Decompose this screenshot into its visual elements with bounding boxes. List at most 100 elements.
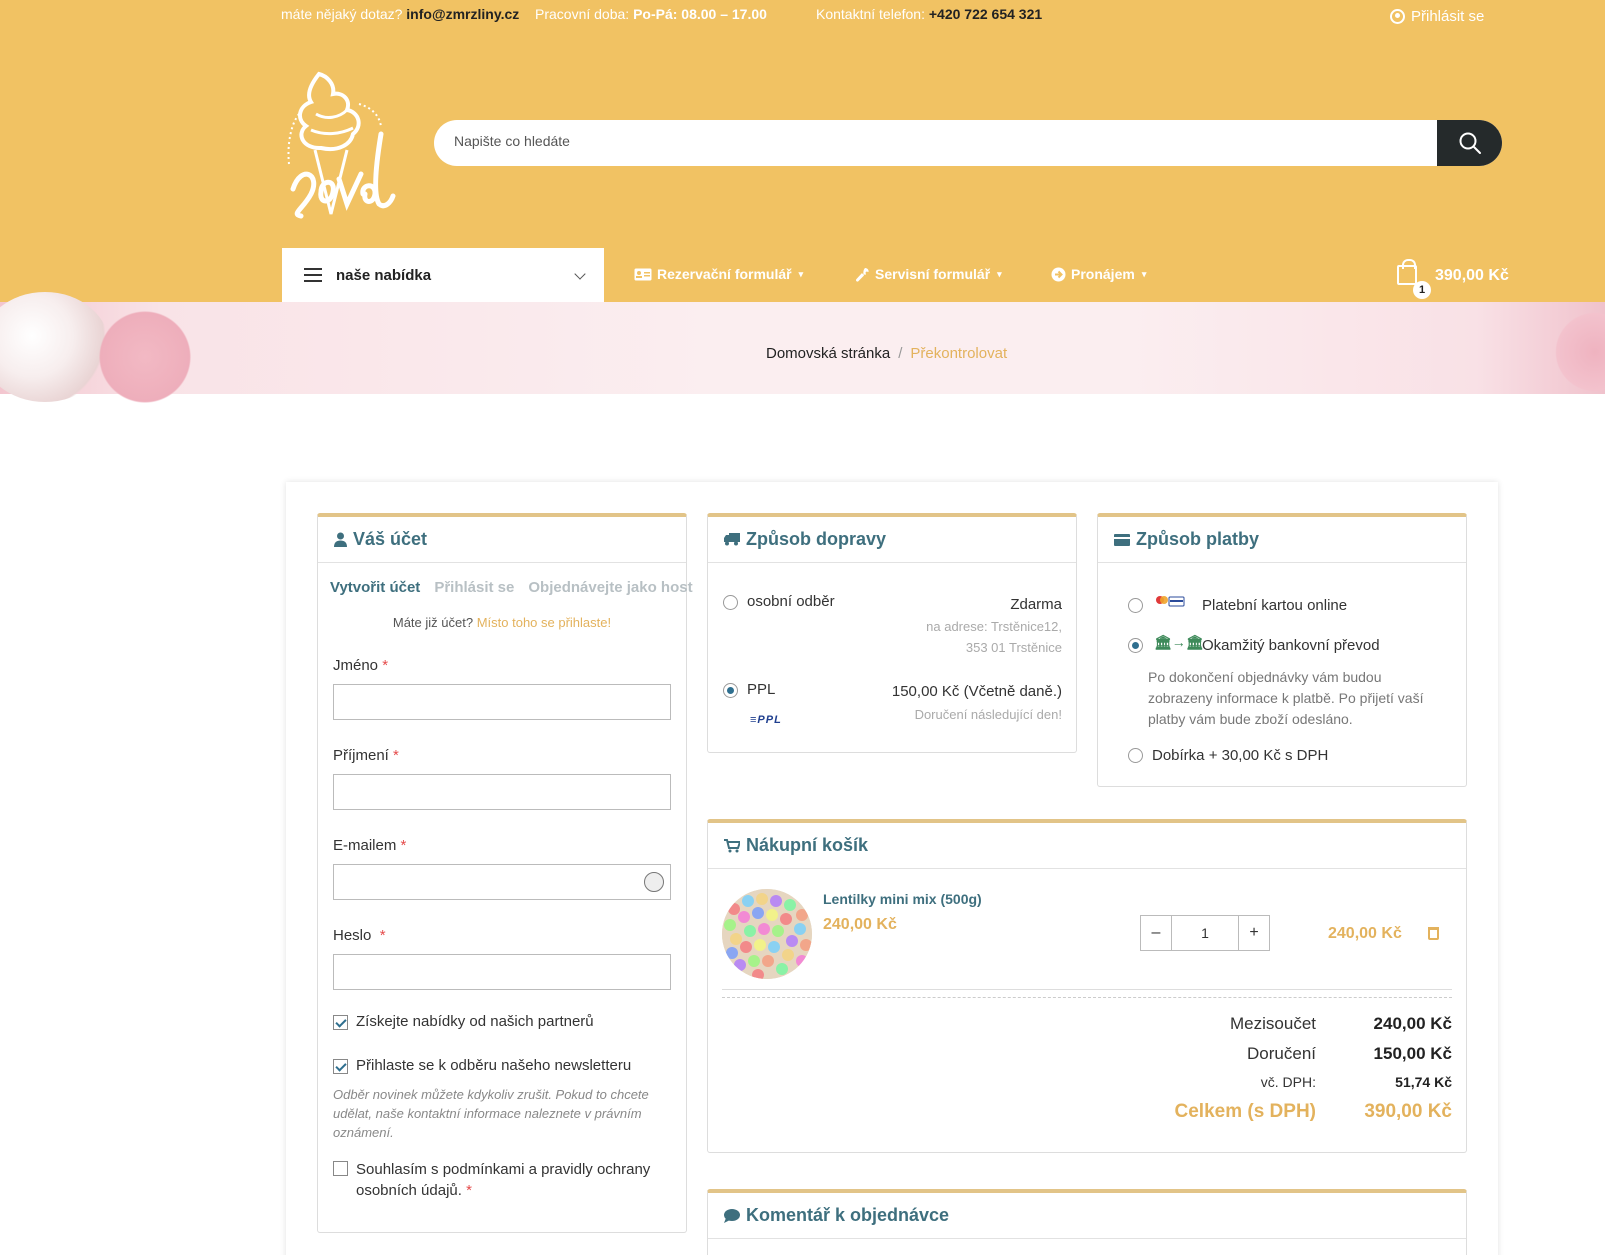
payment-title: Způsob platby: [1136, 529, 1259, 549]
search-button[interactable]: [1437, 120, 1502, 166]
account-panel: Váš účet Vytvořit účet Přihlásit se Obje…: [317, 513, 693, 1233]
offer-dropdown[interactable]: naše nabídka: [282, 248, 604, 302]
payment-cod-radio[interactable]: [1128, 748, 1143, 763]
ppl-logo: ≡PPL: [750, 714, 782, 726]
email-input[interactable]: [333, 864, 671, 900]
ice-cream-decoration: [1555, 302, 1605, 402]
cart-total: 390,00 Kč: [1435, 267, 1509, 284]
trash-icon[interactable]: [1428, 927, 1439, 940]
payment-bank-description: Po dokončení objednávky vám budou zobraz…: [1148, 669, 1424, 727]
nav-rental[interactable]: Pronájem ▾: [1051, 266, 1146, 282]
consent-label-wrap: Souhlasím s podmínkami a pravidly ochran…: [356, 1159, 663, 1201]
hours-label: Pracovní doba:: [535, 6, 630, 22]
payment-bank-label: Okamžitý bankovní převod: [1202, 637, 1380, 654]
product-name-link[interactable]: Lentilky mini mix (500g): [823, 891, 982, 907]
partners-checkbox[interactable]: [333, 1015, 348, 1030]
logo[interactable]: [281, 64, 411, 224]
working-hours: Pracovní doba: Po-Pá: 08.00 – 17.00: [535, 6, 767, 22]
user-icon: [334, 532, 347, 547]
main-nav: naše nabídka Rezervační formulář ▾ Servi…: [0, 248, 1605, 302]
ppl-logo-text: PPL: [757, 714, 782, 726]
chevron-down-icon: ▾: [1141, 268, 1147, 279]
payment-card-radio[interactable]: [1128, 598, 1143, 613]
breadcrumb: Domovská stránka / Překontrolovat: [766, 345, 1007, 362]
account-tabs: Vytvořit účet Přihlásit se Objednávejte …: [330, 579, 693, 596]
shipping-title: Způsob dopravy: [746, 529, 887, 549]
breadcrumb-home[interactable]: Domovská stránka: [766, 345, 890, 362]
hamburger-icon: [304, 268, 322, 282]
shipping-pickup-radio[interactable]: [723, 595, 738, 610]
truck-icon: [724, 533, 740, 546]
quantity-input[interactable]: 1: [1171, 916, 1239, 950]
first-name-text: Jméno: [333, 657, 379, 674]
divider: [722, 989, 1452, 990]
offer-label: naše nabídka: [336, 266, 432, 284]
product-image[interactable]: [722, 889, 812, 979]
email-label: E-mailem *: [333, 837, 406, 854]
search-input[interactable]: [454, 133, 1354, 149]
total-label: Celkem (s DPH): [1174, 1101, 1317, 1122]
chevron-down-icon: ▾: [798, 268, 804, 279]
shipping-ppl-radio[interactable]: [723, 683, 738, 698]
payment-cod-label: Dobírka + 30,00 Kč s DPH: [1152, 747, 1329, 764]
login-link[interactable]: Přihlásit se: [1390, 8, 1484, 25]
vat-label: vč. DPH:: [1260, 1074, 1316, 1090]
login-instead-link[interactable]: Místo toho se přihlaste!: [477, 615, 611, 630]
payment-bank-radio[interactable]: [1128, 638, 1143, 653]
header-cart[interactable]: 1 390,00 Kč: [1397, 259, 1509, 299]
nav-service-form[interactable]: Servisní formulář ▾: [855, 266, 1002, 282]
first-name-input[interactable]: [333, 684, 671, 720]
partners-checkbox-row[interactable]: Získejte nabídky od našich partnerů: [333, 1013, 594, 1030]
newsletter-note: Odběr novinek můžete kdykoliv zrušit. Po…: [333, 1087, 649, 1140]
tab-login[interactable]: Přihlásit se: [434, 579, 514, 596]
password-label: Heslo *: [333, 927, 386, 944]
cart-title: Nákupní košík: [746, 835, 869, 855]
password-input[interactable]: [333, 954, 671, 990]
shipping-panel: Způsob dopravy osobní odběr Zdarma na ad…: [707, 513, 1077, 753]
product-unit-price: 240,00 Kč: [823, 916, 897, 933]
last-name-label: Příjmení *: [333, 747, 399, 764]
shipping-ppl-label: PPL: [747, 681, 776, 698]
email-link[interactable]: info@zmrzliny.cz: [406, 6, 519, 22]
partners-label: Získejte nabídky od našich partnerů: [356, 1013, 594, 1030]
phone-link[interactable]: +420 722 654 321: [929, 6, 1042, 22]
quantity-increase-button[interactable]: +: [1239, 916, 1269, 950]
chevron-down-icon: [574, 268, 586, 280]
user-circle-icon: [1390, 9, 1405, 24]
payment-panel-header: Způsob platby: [1098, 517, 1466, 563]
newsletter-checkbox[interactable]: [333, 1059, 348, 1074]
shipping-ppl-price: 150,00 Kč (Včetně daně.): [891, 683, 1062, 700]
required-mark: *: [400, 837, 407, 854]
consent-checkbox-row[interactable]: Souhlasím s podmínkami a pravidly ochran…: [333, 1159, 663, 1201]
quantity-decrease-button[interactable]: –: [1141, 916, 1171, 950]
site-header: máte nějaký dotaz? info@zmrzliny.cz Prac…: [0, 0, 1605, 302]
password-manager-icon[interactable]: [644, 872, 664, 892]
payment-card-label: Platební kartou online: [1202, 597, 1348, 614]
shipping-pickup-label: osobní odběr: [747, 593, 835, 610]
newsletter-checkbox-row[interactable]: Přihlaste se k odběru našeho newsletteru: [333, 1057, 631, 1074]
shipping-pickup-city: 353 01 Trstěnice: [965, 640, 1062, 655]
breadcrumb-current: Překontrolovat: [910, 345, 1008, 362]
consent-checkbox[interactable]: [333, 1161, 348, 1176]
shipping-pickup-price: Zdarma: [1010, 596, 1062, 613]
vat-value: 51,74 Kč: [1395, 1074, 1452, 1090]
cart-panel-header: Nákupní košík: [708, 823, 1466, 869]
page-banner: Domovská stránka / Překontrolovat: [0, 292, 1605, 407]
email-text: E-mailem: [333, 837, 397, 854]
shipping-panel-header: Způsob dopravy: [708, 517, 1076, 563]
quantity-stepper: – 1 +: [1140, 915, 1270, 951]
tab-guest[interactable]: Objednávejte jako host: [528, 579, 692, 596]
subtotal-label: Mezisoučet: [1230, 1014, 1316, 1033]
bank-transfer-icon: 🏛→🏛: [1154, 634, 1204, 650]
nav-reservation-form[interactable]: Rezervační formulář ▾: [634, 266, 803, 282]
total-value: 390,00 Kč: [1364, 1101, 1452, 1122]
cart-icon: [724, 838, 740, 852]
cart-panel: Nákupní košík Lentilky mini mix (500g) 2…: [707, 819, 1467, 1153]
contact-phone: Kontaktní telefon: +420 722 654 321: [816, 6, 1042, 22]
search-bar: [434, 120, 1502, 166]
last-name-input[interactable]: [333, 774, 671, 810]
id-card-icon: [634, 268, 652, 280]
hours-value: Po-Pá: 08.00 – 17.00: [633, 6, 767, 22]
tab-create-account[interactable]: Vytvořit účet: [330, 579, 420, 596]
required-mark: *: [379, 927, 386, 944]
